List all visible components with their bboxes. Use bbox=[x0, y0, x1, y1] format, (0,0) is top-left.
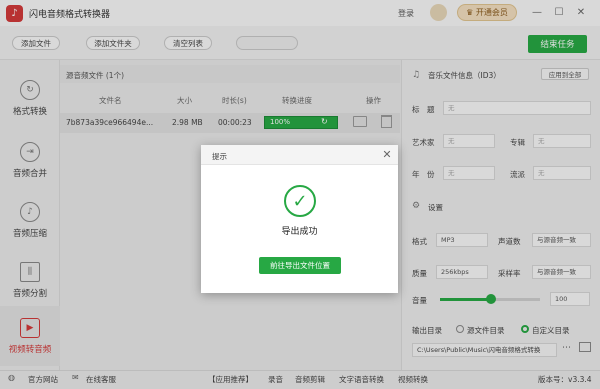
dialog-header bbox=[201, 145, 398, 165]
dialog-title: 提示 bbox=[212, 152, 227, 161]
dialog-message: 导出成功 bbox=[281, 227, 318, 237]
open-export-location-button[interactable]: 前往导出文件位置 bbox=[259, 257, 341, 274]
dialog-close-button[interactable]: ✕ bbox=[380, 147, 394, 161]
check-circle-icon: ✓ bbox=[284, 185, 316, 217]
